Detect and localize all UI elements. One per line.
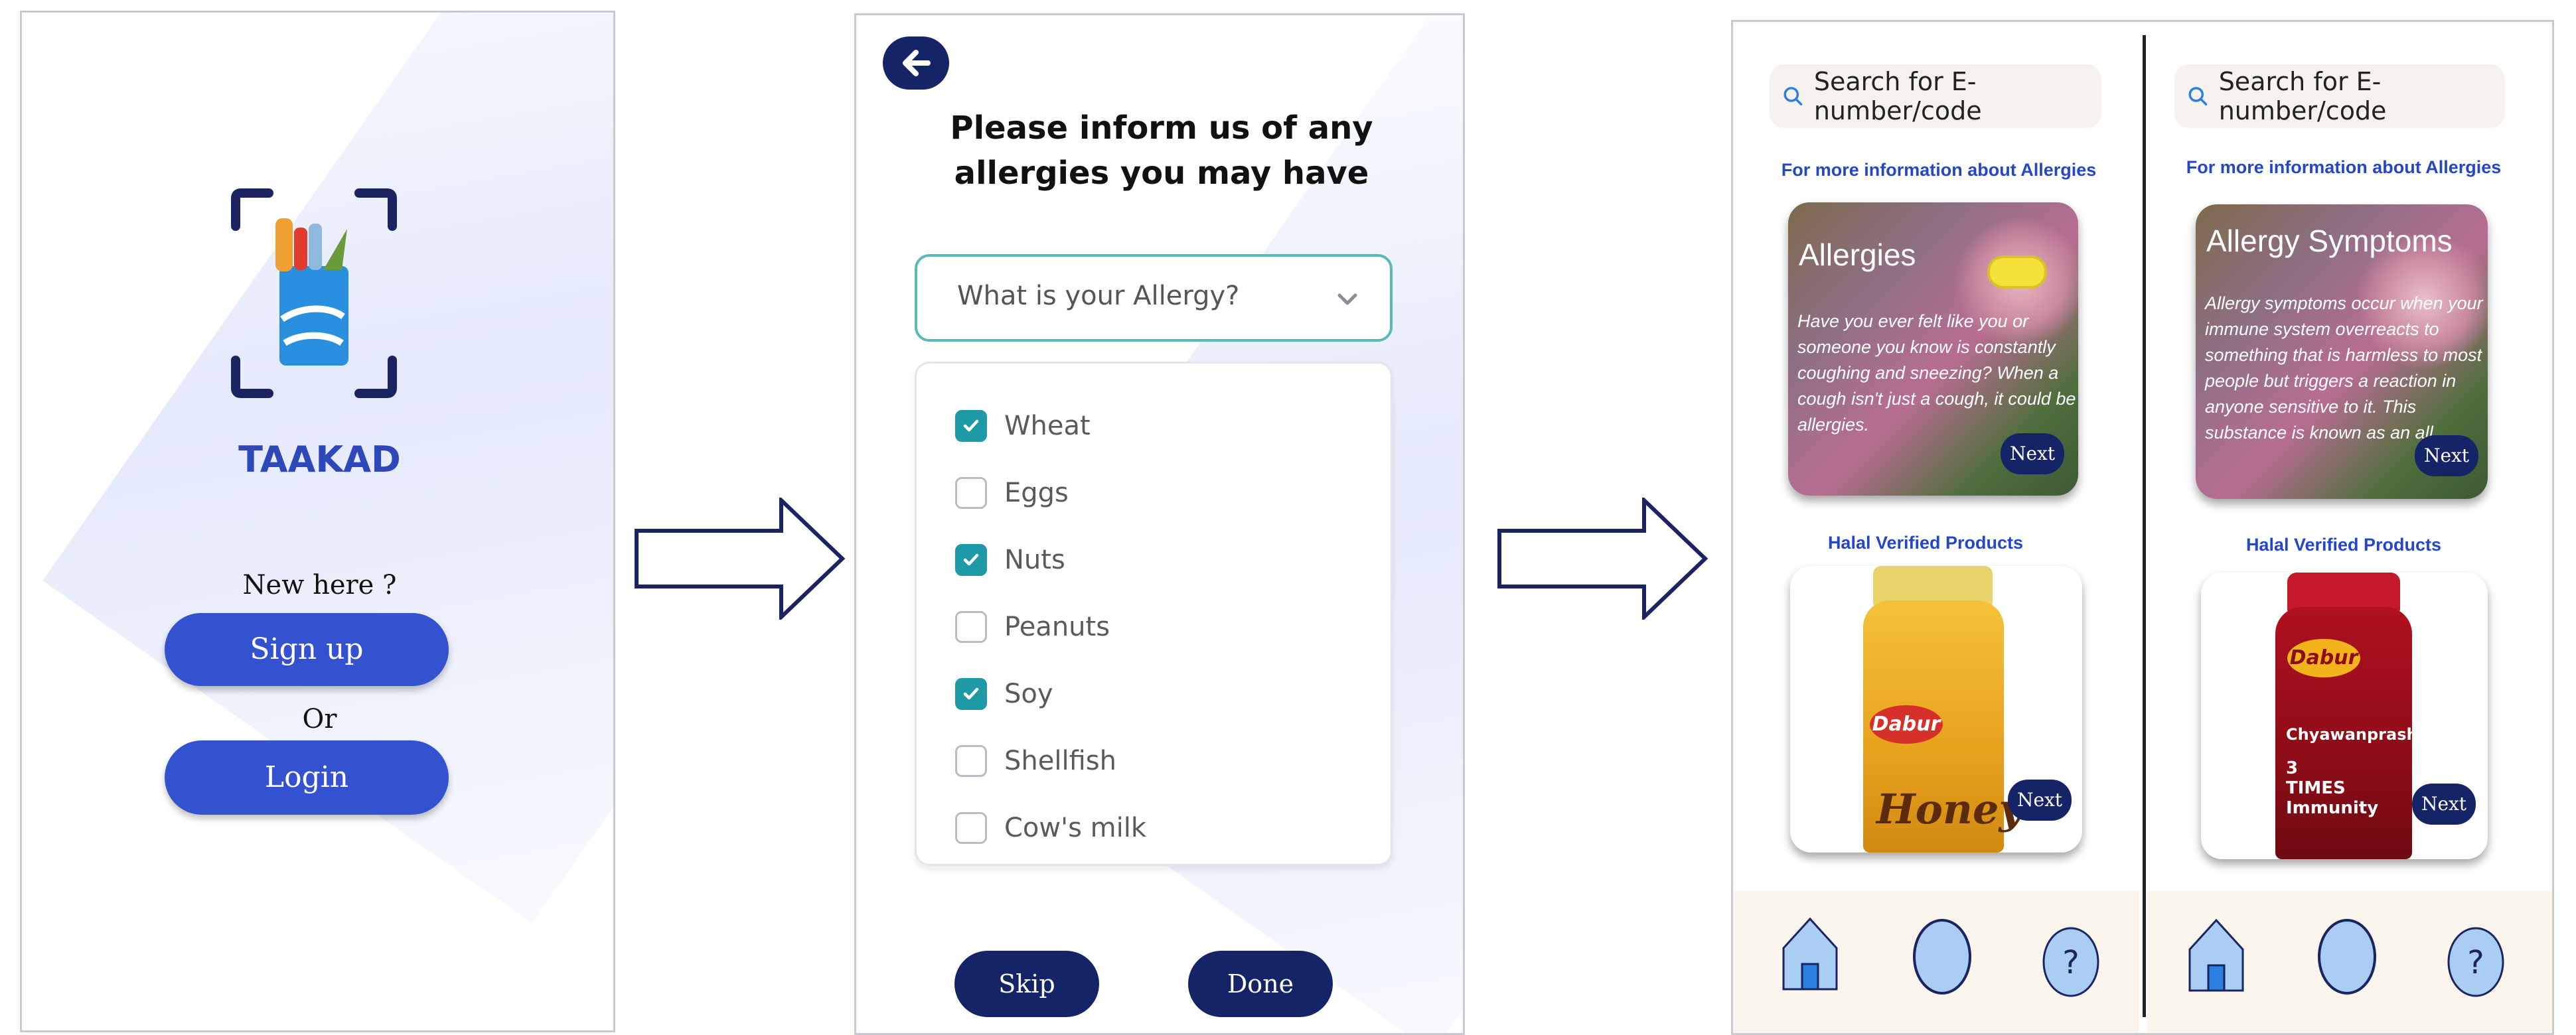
checkbox-checked-icon[interactable] <box>955 410 987 442</box>
done-button[interactable]: Done <box>1188 951 1333 1017</box>
option-label: Soy <box>1004 679 1053 709</box>
screen-divider <box>2143 35 2146 1017</box>
checkbox-unchecked-icon[interactable] <box>955 812 987 844</box>
skip-button[interactable]: Skip <box>954 951 1099 1017</box>
select-placeholder: What is your Allergy? <box>957 281 1240 311</box>
home-icon[interactable] <box>2186 916 2247 996</box>
bottom-nav-right: ? <box>2147 891 2552 1033</box>
card-text: Have you ever felt like you or someone y… <box>1797 311 2076 435</box>
help-icon[interactable]: ? <box>2041 926 2101 999</box>
allergy-info-link[interactable]: For more information about Allergies <box>1753 160 2125 180</box>
card-text: Allergy symptoms occur when your immune … <box>2205 293 2483 443</box>
home-icon[interactable] <box>1780 915 1841 995</box>
app-logo-icon <box>231 188 397 398</box>
checkbox-unchecked-icon[interactable] <box>955 477 987 509</box>
checkbox-checked-icon[interactable] <box>955 678 987 710</box>
login-button[interactable]: Login <box>165 740 449 815</box>
home-screens: Search for E-number/code For more inform… <box>1731 20 2554 1035</box>
search-placeholder: Search for E-number/code <box>1813 67 1982 125</box>
search-input[interactable]: Search for E-number/code <box>2174 64 2505 128</box>
option-shellfish[interactable]: Shellfish <box>955 742 1116 780</box>
arrow-right-icon <box>635 498 846 620</box>
product-image-jar-cap <box>2287 573 2400 612</box>
scan-circle-icon[interactable] <box>2316 918 2378 996</box>
help-glyph: ? <box>2467 944 2484 981</box>
option-peanuts[interactable]: Peanuts <box>955 608 1110 646</box>
card-title: Allergies <box>1799 238 1916 272</box>
card-next-button[interactable]: Next <box>2415 435 2478 476</box>
product-card[interactable]: Dabur Honey Next <box>1790 566 2082 853</box>
arrow-right-icon <box>1497 498 1708 620</box>
title-line-1: Please inform us of any <box>950 109 1373 147</box>
option-nuts[interactable]: Nuts <box>955 541 1065 579</box>
product-next-button[interactable]: Next <box>2008 780 2072 821</box>
help-icon[interactable]: ? <box>2446 926 2506 999</box>
card-next-button[interactable]: Next <box>2001 433 2064 474</box>
option-label: Eggs <box>1004 478 1069 508</box>
option-label: Peanuts <box>1004 612 1110 642</box>
app-name: TAAKAD <box>238 439 401 480</box>
arrow-left-icon <box>903 50 931 76</box>
signup-button[interactable]: Sign up <box>165 613 449 686</box>
option-label: Wheat <box>1004 411 1091 441</box>
option-label: Nuts <box>1004 545 1065 575</box>
product-image-jar-cap <box>1873 566 1993 606</box>
search-icon <box>1783 87 1803 105</box>
checkbox-checked-icon[interactable] <box>955 544 987 576</box>
card-title: Allergy Symptoms <box>2206 224 2453 258</box>
allergy-card[interactable]: Allergies Have you ever felt like you or… <box>1788 202 2078 496</box>
halal-products-link[interactable]: Halal Verified Products <box>1753 533 2098 553</box>
allergy-info-link[interactable]: For more information about Allergies <box>2158 157 2530 178</box>
product-next-button[interactable]: Next <box>2412 784 2476 825</box>
option-soy[interactable]: Soy <box>955 675 1053 713</box>
product-badge-label: 3 TIMES Immunity <box>2286 758 2379 818</box>
product-name-label: Honey <box>1876 785 2023 833</box>
product-card[interactable]: Dabur Chyawanprash 3 TIMES Immunity Next <box>2201 573 2488 859</box>
allergy-symptoms-card[interactable]: Allergy Symptoms Allergy symptoms occur … <box>2196 204 2488 499</box>
title-line-2: allergies you may have <box>954 155 1369 192</box>
checkbox-unchecked-icon[interactable] <box>955 611 987 643</box>
option-wheat[interactable]: Wheat <box>955 407 1091 445</box>
chevron-down-icon <box>1337 293 1357 305</box>
option-label: Cow's milk <box>1004 813 1147 843</box>
allergy-options-list: Wheat Eggs Nuts Peanuts Soy Shellfish Co… <box>915 362 1393 866</box>
card-image-sunglasses <box>1987 255 2047 289</box>
page-title: Please inform us of any allergies you ma… <box>856 105 1463 196</box>
or-text: Or <box>302 704 337 734</box>
checkbox-unchecked-icon[interactable] <box>955 745 987 777</box>
new-here-text: New here ? <box>242 570 397 600</box>
option-eggs[interactable]: Eggs <box>955 474 1069 512</box>
help-glyph: ? <box>2062 944 2079 981</box>
scan-circle-icon[interactable] <box>1911 918 1973 996</box>
search-placeholder: Search for E-number/code <box>2218 67 2387 125</box>
back-button[interactable] <box>883 36 949 90</box>
product-brand-label: Dabur <box>2287 639 2360 677</box>
option-cows-milk[interactable]: Cow's milk <box>955 809 1146 847</box>
product-name-label: Chyawanprash <box>2286 725 2418 744</box>
bottom-nav-left: ? <box>1733 891 2139 1033</box>
option-label: Shellfish <box>1004 746 1116 776</box>
search-input[interactable]: Search for E-number/code <box>1770 64 2101 128</box>
allergy-screen: Please inform us of any allergies you ma… <box>854 13 1465 1035</box>
halal-products-link[interactable]: Halal Verified Products <box>2158 535 2530 555</box>
welcome-screen: TAAKAD New here ? Sign up Or Login <box>20 11 615 1032</box>
allergy-select[interactable]: What is your Allergy? <box>915 254 1393 342</box>
search-icon <box>2188 87 2208 105</box>
product-brand-label: Dabur <box>1870 705 1943 744</box>
